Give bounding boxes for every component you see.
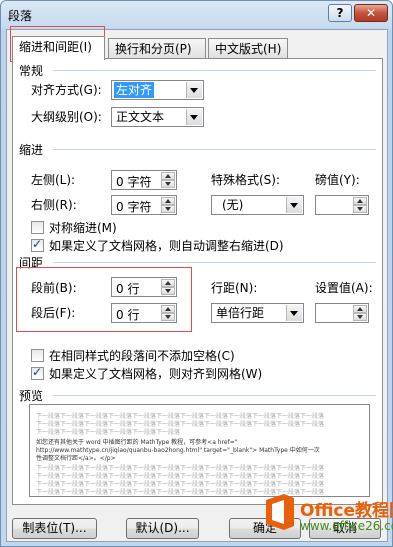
separator [53,395,376,396]
at-spinner[interactable] [315,303,369,323]
tab-indents-spacing[interactable]: 缩进和间距(I) [12,36,105,60]
tab-asian-typography[interactable]: 中文版式(H) [208,38,288,58]
special-indent-select[interactable]: (无) [211,195,304,215]
watermark: Office教程网 www.office26.com [262,486,393,542]
line-spacing-select[interactable]: 单倍行距 [211,303,304,323]
left-indent-spinner[interactable]: 0 字符 [111,170,177,190]
set-default-button[interactable]: 默认(D)... [126,518,199,539]
alignment-select[interactable]: 左对齐 [111,80,204,100]
general-group-title: 常规 [19,62,48,79]
spin-down-icon[interactable] [161,205,175,213]
indent-by-label: 磅值(Y): [315,173,360,187]
preview-text-line: 性调整文档行距</a>。</p> [36,455,116,462]
outline-level-value: 正文文本 [116,110,165,124]
alignment-label: 对齐方式(G): [31,83,102,97]
office-logo-icon [266,494,294,530]
tab-line-page-breaks[interactable]: 换行和分页(P) [108,38,206,58]
preview-box: 下一段落下一段落下一段落下一段落下一段落下一段落下一段落下一段落下一段落下一段落… [29,404,370,497]
spin-up-icon[interactable] [353,197,367,205]
auto-adjust-checkbox[interactable] [31,237,44,252]
indent-group-title: 缩进 [19,141,48,158]
line-spacing-label: 行距(N): [211,281,258,295]
spin-down-icon[interactable] [353,313,367,321]
spin-up-icon[interactable] [161,197,175,205]
right-indent-value: 0 字符 [116,200,152,214]
separator [53,149,376,150]
spin-up-icon[interactable] [353,305,367,313]
spin-up-icon[interactable] [161,172,175,180]
left-indent-label: 左侧(L): [31,173,76,187]
line-spacing-value: 单倍行距 [216,306,265,320]
mirror-indents-label: 对称缩进(M) [49,221,117,235]
title-bar[interactable]: 段落 ? ✕ [1,1,392,29]
chevron-down-icon[interactable] [186,109,202,125]
chevron-down-icon[interactable] [186,82,202,98]
indent-by-spinner[interactable] [315,195,369,215]
mirror-indents-checkbox[interactable] [31,221,44,234]
close-button[interactable]: ✕ [354,4,388,22]
right-indent-spinner[interactable]: 0 字符 [111,195,177,215]
no-space-same-style-checkbox[interactable] [31,349,44,362]
left-indent-value: 0 字符 [116,175,152,189]
indents-spacing-panel: 常规 对齐方式(G): 左对齐 大纲级别(O): 正文文本 缩进 左侧(L): … [12,58,383,505]
special-indent-value: (无) [222,198,244,212]
dialog-body: 缩进和间距(I) 换行和分页(P) 中文版式(H) 常规 对齐方式(G): 左对… [6,26,388,542]
snap-to-grid-checkbox[interactable] [31,365,44,380]
auto-adjust-label: 如果定义了文档网格，则自动调整右缩进(D) [49,239,284,253]
outline-level-select[interactable]: 正文文本 [111,107,204,127]
spacing-highlight-box [16,267,192,332]
help-button[interactable]: ? [328,4,352,22]
right-indent-label: 右侧(R): [31,198,77,212]
separator [53,262,376,263]
paragraph-dialog: 段落 ? ✕ 缩进和间距(I) 换行和分页(P) 中文版式(H) 常规 对齐方式… [0,0,393,547]
no-space-same-style-label: 在相同样式的段落间不添加空格(C) [49,349,235,363]
chevron-down-icon[interactable] [286,305,302,321]
at-label: 设置值(A): [315,281,373,295]
dialog-title: 段落 [8,9,33,23]
tabs-button[interactable]: 制表位(T)... [12,518,97,539]
special-indent-label: 特殊格式(S): [211,173,281,187]
outline-level-label: 大纲级别(O): [31,110,102,124]
spin-down-icon[interactable] [353,205,367,213]
preview-line: 下一段落下一段落下一段落下一段落下一段落下一段落 [36,429,181,436]
snap-to-grid-label: 如果定义了文档网格，则对齐到网格(W) [49,367,263,381]
watermark-url: www.office26.com [300,519,393,533]
preview-group-title: 预览 [19,387,48,404]
spin-down-icon[interactable] [161,180,175,188]
separator [53,70,376,71]
alignment-value: 左对齐 [114,82,155,98]
chevron-down-icon[interactable] [286,197,302,213]
watermark-brand: Office教程网 [300,501,393,521]
